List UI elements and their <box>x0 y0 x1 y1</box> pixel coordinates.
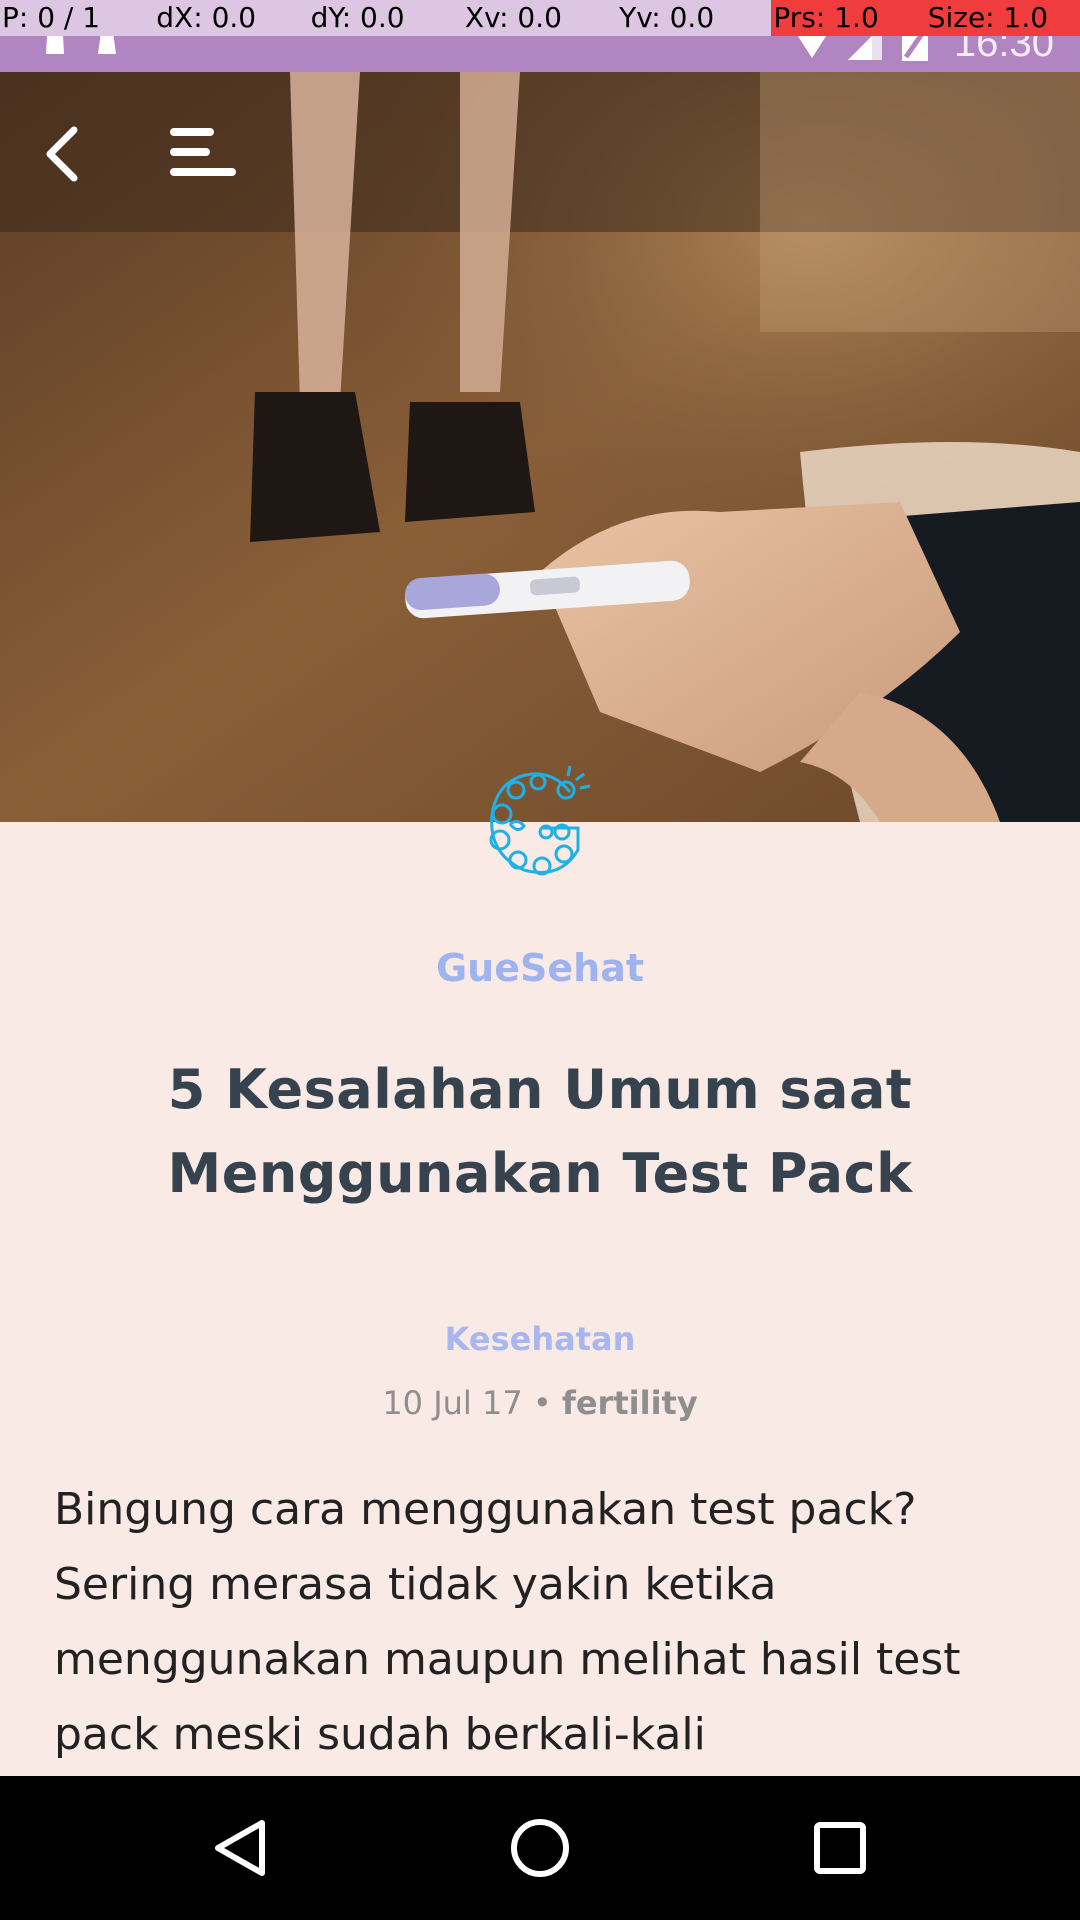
debug-yv: Yv: 0.0 <box>617 0 772 36</box>
debug-dy: dY: 0.0 <box>308 0 463 36</box>
debug-pressure: Prs: 1.0 <box>771 0 926 36</box>
debug-size: Size: 1.0 <box>925 0 1080 36</box>
nav-back-button[interactable] <box>190 1798 290 1898</box>
article-title: 5 Kesalahan Umum saat Menggunakan Test P… <box>167 1058 913 1205</box>
article-date: 10 Jul 17 <box>382 1384 523 1422</box>
meta-separator: • <box>532 1384 552 1422</box>
pointer-debug-overlay: P: 0 / 1 dX: 0.0 dY: 0.0 Xv: 0.0 Yv: 0.0… <box>0 0 1080 36</box>
back-button[interactable] <box>30 118 94 190</box>
article-category[interactable]: Kesehatan <box>0 1320 1080 1358</box>
brand-name[interactable]: GueSehat <box>0 946 1080 990</box>
hamburger-menu-icon <box>170 128 236 176</box>
nav-recents-button[interactable] <box>790 1798 890 1898</box>
guesehat-logo-icon <box>489 765 591 876</box>
article-body: Bingung cara menggunakan test pack? Seri… <box>54 1484 961 1760</box>
nav-home-button[interactable] <box>490 1798 590 1898</box>
article-meta: 10 Jul 17 • fertility <box>0 1384 1080 1422</box>
nav-recents-icon <box>814 1822 866 1874</box>
debug-xv: Xv: 0.0 <box>462 0 618 36</box>
debug-dx: dX: 0.0 <box>154 0 309 36</box>
debug-pointer: P: 0 / 1 <box>0 0 155 36</box>
screen: 16:30 P: 0 / 1 dX: 0.0 dY: 0.0 Xv: 0.0 Y… <box>0 0 1080 1920</box>
menu-button[interactable] <box>162 122 242 188</box>
nav-home-icon <box>511 1819 569 1877</box>
navigation-bar <box>0 1776 1080 1920</box>
article-tag[interactable]: fertility <box>562 1384 698 1422</box>
nav-back-icon <box>215 1820 265 1876</box>
article: GueSehat 5 Kesalahan Umum saat Menggunak… <box>0 822 1080 1776</box>
guesehat-logo <box>480 762 592 882</box>
back-arrow-icon <box>46 126 78 182</box>
